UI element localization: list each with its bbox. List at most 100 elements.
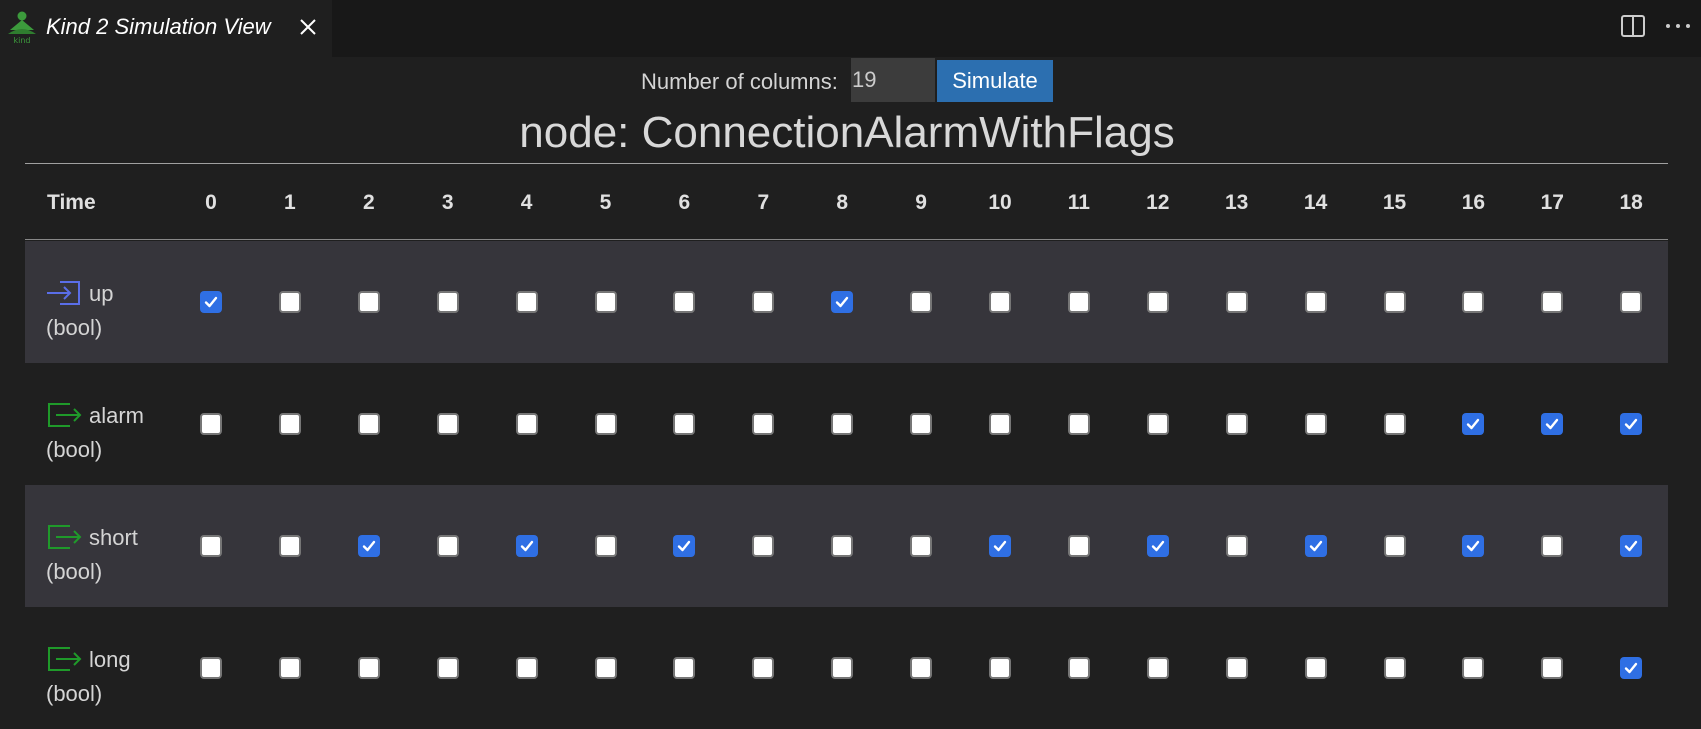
columns-input[interactable] [851,58,935,102]
checkbox-up-10[interactable] [989,291,1011,313]
checkbox-up-17[interactable] [1541,291,1564,313]
checkbox-long-5[interactable] [594,657,617,679]
checkbox-alarm-8[interactable] [831,413,854,435]
checkbox-alarm-17[interactable] [1541,413,1564,435]
checkbox-long-15[interactable] [1383,657,1406,679]
checkbox-short-15[interactable] [1383,535,1406,557]
checkbox-long-9[interactable] [910,657,933,679]
checkbox-long-3[interactable] [436,657,459,679]
checkbox-up-15[interactable] [1383,291,1406,313]
column-header-12: 12 [1146,191,1170,214]
checkbox-alarm-4[interactable] [515,413,538,435]
checkbox-up-3[interactable] [436,291,459,313]
checkbox-alarm-6[interactable] [673,413,696,435]
checkbox-long-0[interactable] [200,657,222,679]
simulate-button[interactable]: Simulate [937,60,1053,102]
checkbox-up-8[interactable] [831,291,854,313]
checkbox-up-16[interactable] [1462,291,1485,313]
checkbox-short-8[interactable] [831,535,854,557]
checkbox-long-6[interactable] [673,657,696,679]
checkbox-up-11[interactable] [1067,291,1090,313]
close-icon[interactable] [296,15,320,39]
checkbox-up-4[interactable] [515,291,538,313]
signal-type: (bool) [46,681,103,706]
column-header-10: 10 [988,191,1012,214]
checkbox-up-5[interactable] [594,291,617,313]
checkbox-alarm-5[interactable] [594,413,617,435]
checkbox-short-9[interactable] [910,535,933,557]
checkbox-short-17[interactable] [1541,535,1564,557]
checkbox-long-12[interactable] [1146,657,1169,679]
checkbox-up-13[interactable] [1225,291,1248,313]
checkbox-long-13[interactable] [1225,657,1248,679]
checkbox-long-18[interactable] [1620,657,1643,679]
checkbox-long-11[interactable] [1067,657,1090,679]
checkbox-alarm-14[interactable] [1304,413,1327,435]
checkbox-alarm-13[interactable] [1225,413,1248,435]
check-icon [362,540,375,552]
column-header-2: 2 [362,191,375,214]
columns-label: Number of columns: [641,69,838,94]
checkbox-alarm-3[interactable] [436,413,459,435]
column-header-4: 4 [520,191,533,214]
checkbox-alarm-2[interactable] [357,413,380,435]
signal-row-alarm: alarm (bool) [25,363,1668,485]
checkbox-up-14[interactable] [1304,291,1327,313]
checkbox-alarm-10[interactable] [989,413,1011,435]
checkbox-up-9[interactable] [910,291,933,313]
checkbox-up-1[interactable] [278,291,301,313]
checkbox-short-2[interactable] [357,535,380,557]
checkbox-alarm-9[interactable] [910,413,933,435]
checkbox-short-3[interactable] [436,535,459,557]
checkbox-alarm-7[interactable] [752,413,775,435]
checkbox-up-0[interactable] [200,291,222,313]
column-header-11: 11 [1067,191,1090,214]
checkbox-short-13[interactable] [1225,535,1248,557]
checkbox-long-2[interactable] [357,657,380,679]
checkbox-up-7[interactable] [752,291,775,313]
signal-row-short: short (bool) [25,485,1668,607]
more-actions-icon[interactable] [1663,13,1693,39]
signal-row-long: long (bool) [25,607,1668,729]
checkbox-up-6[interactable] [673,291,696,313]
column-header-16: 16 [1461,191,1486,214]
checkbox-short-1[interactable] [278,535,301,557]
checkbox-alarm-11[interactable] [1067,413,1090,435]
checkbox-alarm-12[interactable] [1146,413,1169,435]
checkbox-short-6[interactable] [673,535,696,557]
checkbox-short-10[interactable] [989,535,1011,557]
tab-kind2-simulation-view[interactable]: kind Kind 2 Simulation View [0,0,332,57]
checkbox-short-7[interactable] [752,535,775,557]
checkbox-long-8[interactable] [831,657,854,679]
checkbox-long-10[interactable] [989,657,1011,679]
checkbox-alarm-16[interactable] [1462,413,1485,435]
signal-type: (bool) [46,559,103,584]
checkbox-alarm-1[interactable] [278,413,301,435]
checkbox-short-12[interactable] [1146,535,1169,557]
checkbox-short-0[interactable] [200,535,222,557]
output-arrow-icon [48,525,82,549]
checkbox-short-5[interactable] [594,535,617,557]
checkbox-short-16[interactable] [1462,535,1485,557]
time-header: Time [47,191,96,214]
checkbox-short-11[interactable] [1067,535,1090,557]
checkbox-short-18[interactable] [1620,535,1643,557]
checkbox-long-1[interactable] [278,657,301,679]
check-icon [1624,540,1638,552]
checkbox-long-16[interactable] [1462,657,1485,679]
checkbox-long-17[interactable] [1541,657,1564,679]
checkbox-alarm-18[interactable] [1620,413,1643,435]
checkbox-up-18[interactable] [1620,291,1643,313]
split-editor-icon[interactable] [1620,13,1646,39]
logo-text: kind [13,36,30,44]
checkbox-up-2[interactable] [357,291,380,313]
checkbox-short-4[interactable] [515,535,538,557]
checkbox-alarm-0[interactable] [200,413,222,435]
checkbox-long-14[interactable] [1304,657,1327,679]
checkbox-up-12[interactable] [1146,291,1169,313]
checkbox-alarm-15[interactable] [1383,413,1406,435]
checkbox-long-7[interactable] [752,657,775,679]
checkbox-short-14[interactable] [1304,535,1327,557]
column-header-7: 7 [757,191,770,214]
checkbox-long-4[interactable] [515,657,538,679]
